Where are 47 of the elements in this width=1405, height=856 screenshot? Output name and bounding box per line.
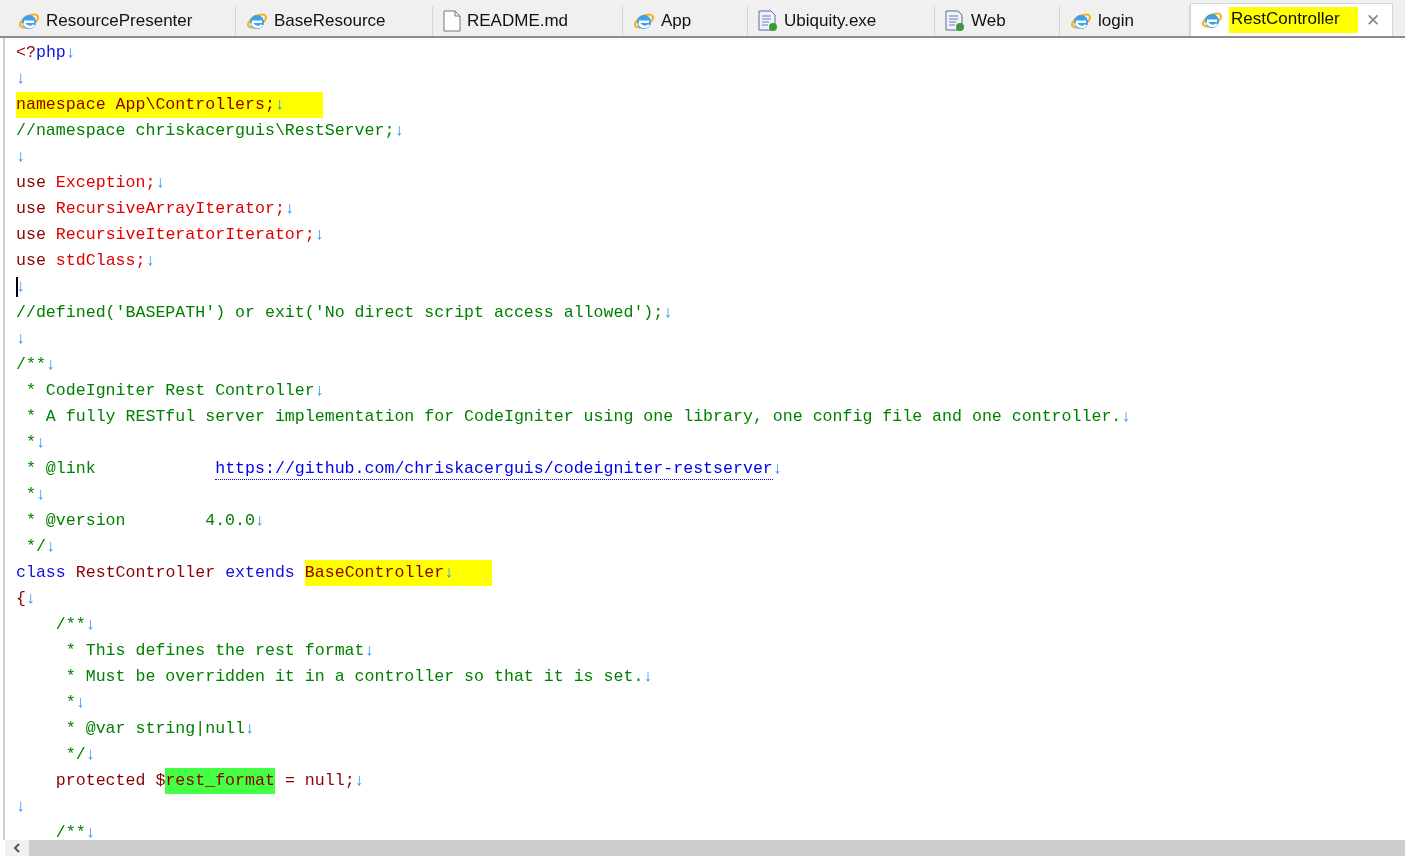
code-line: *↓ — [24, 432, 47, 454]
code-line: {↓ — [16, 588, 37, 610]
text-cursor — [16, 277, 18, 297]
code-line: * This defines the rest format↓ — [64, 640, 376, 662]
code-line: /**↓ — [16, 354, 57, 376]
code-text: * @link — [24, 458, 97, 480]
code-line: * @var string|null↓ — [64, 718, 256, 740]
chevron-left-icon — [13, 843, 21, 853]
code-line: use RecursiveIteratorIterator;↓ — [16, 224, 326, 246]
code-line: namespace App\Controllers;↓ — [16, 92, 1405, 118]
document-globe-icon — [758, 10, 778, 32]
file-icon — [443, 10, 461, 32]
close-icon[interactable]: ✕ — [1366, 9, 1380, 31]
code-line: * A fully RESTful server implementation for CodeIgniter using one library, one config file and one controller.↓ — [24, 406, 1133, 428]
horizontal-scrollbar[interactable] — [5, 840, 1405, 856]
code-line: use RecursiveArrayIterator;↓ — [16, 198, 296, 220]
code-line: <?php↓ — [16, 42, 77, 64]
code-line: /**↓ — [54, 822, 97, 840]
code-line: *↓ — [24, 484, 47, 506]
code-line: */↓ — [24, 536, 57, 558]
code-line: use stdClass;↓ — [16, 250, 157, 272]
browser-e-icon — [246, 10, 268, 32]
browser-e-icon — [18, 10, 40, 32]
code-line: class RestController extends BaseController↓ — [16, 560, 1405, 586]
browser-e-icon — [633, 10, 655, 32]
code-line: * @version 4.0.0↓ — [24, 510, 266, 532]
code-line: protected $rest_format = null;↓ — [16, 768, 1405, 794]
code-line: ↓ — [16, 328, 27, 350]
code-line: //defined('BASEPATH') or exit('No direct script access allowed');↓ — [16, 302, 675, 324]
browser-e-icon — [1201, 9, 1223, 31]
code-line: * CodeIgniter Rest Controller↓ — [24, 380, 326, 402]
code-line: ↓ — [16, 146, 27, 168]
code-text: ↓ — [772, 458, 783, 480]
code-link[interactable]: https://github.com/chriskacerguis/codeigniter-restserver — [215, 458, 773, 480]
code-line: *↓ — [64, 692, 87, 714]
browser-e-icon — [1070, 10, 1092, 32]
code-line: ↓ — [16, 68, 27, 90]
code-line: //namespace chriskacerguis\RestServer;↓ — [16, 120, 406, 142]
code-line: ↓ — [16, 796, 27, 818]
code-line: use Exception;↓ — [16, 172, 167, 194]
document-globe-icon — [945, 10, 965, 32]
code-line: * Must be overridden it in a controller so that it is set.↓ — [64, 666, 655, 688]
code-line: */↓ — [64, 744, 97, 766]
scroll-left-button[interactable] — [5, 840, 29, 856]
code-line: /**↓ — [54, 614, 97, 636]
code-line: ↓ — [16, 276, 27, 299]
file-tab[interactable]: RestController ✕ — [1190, 3, 1393, 36]
